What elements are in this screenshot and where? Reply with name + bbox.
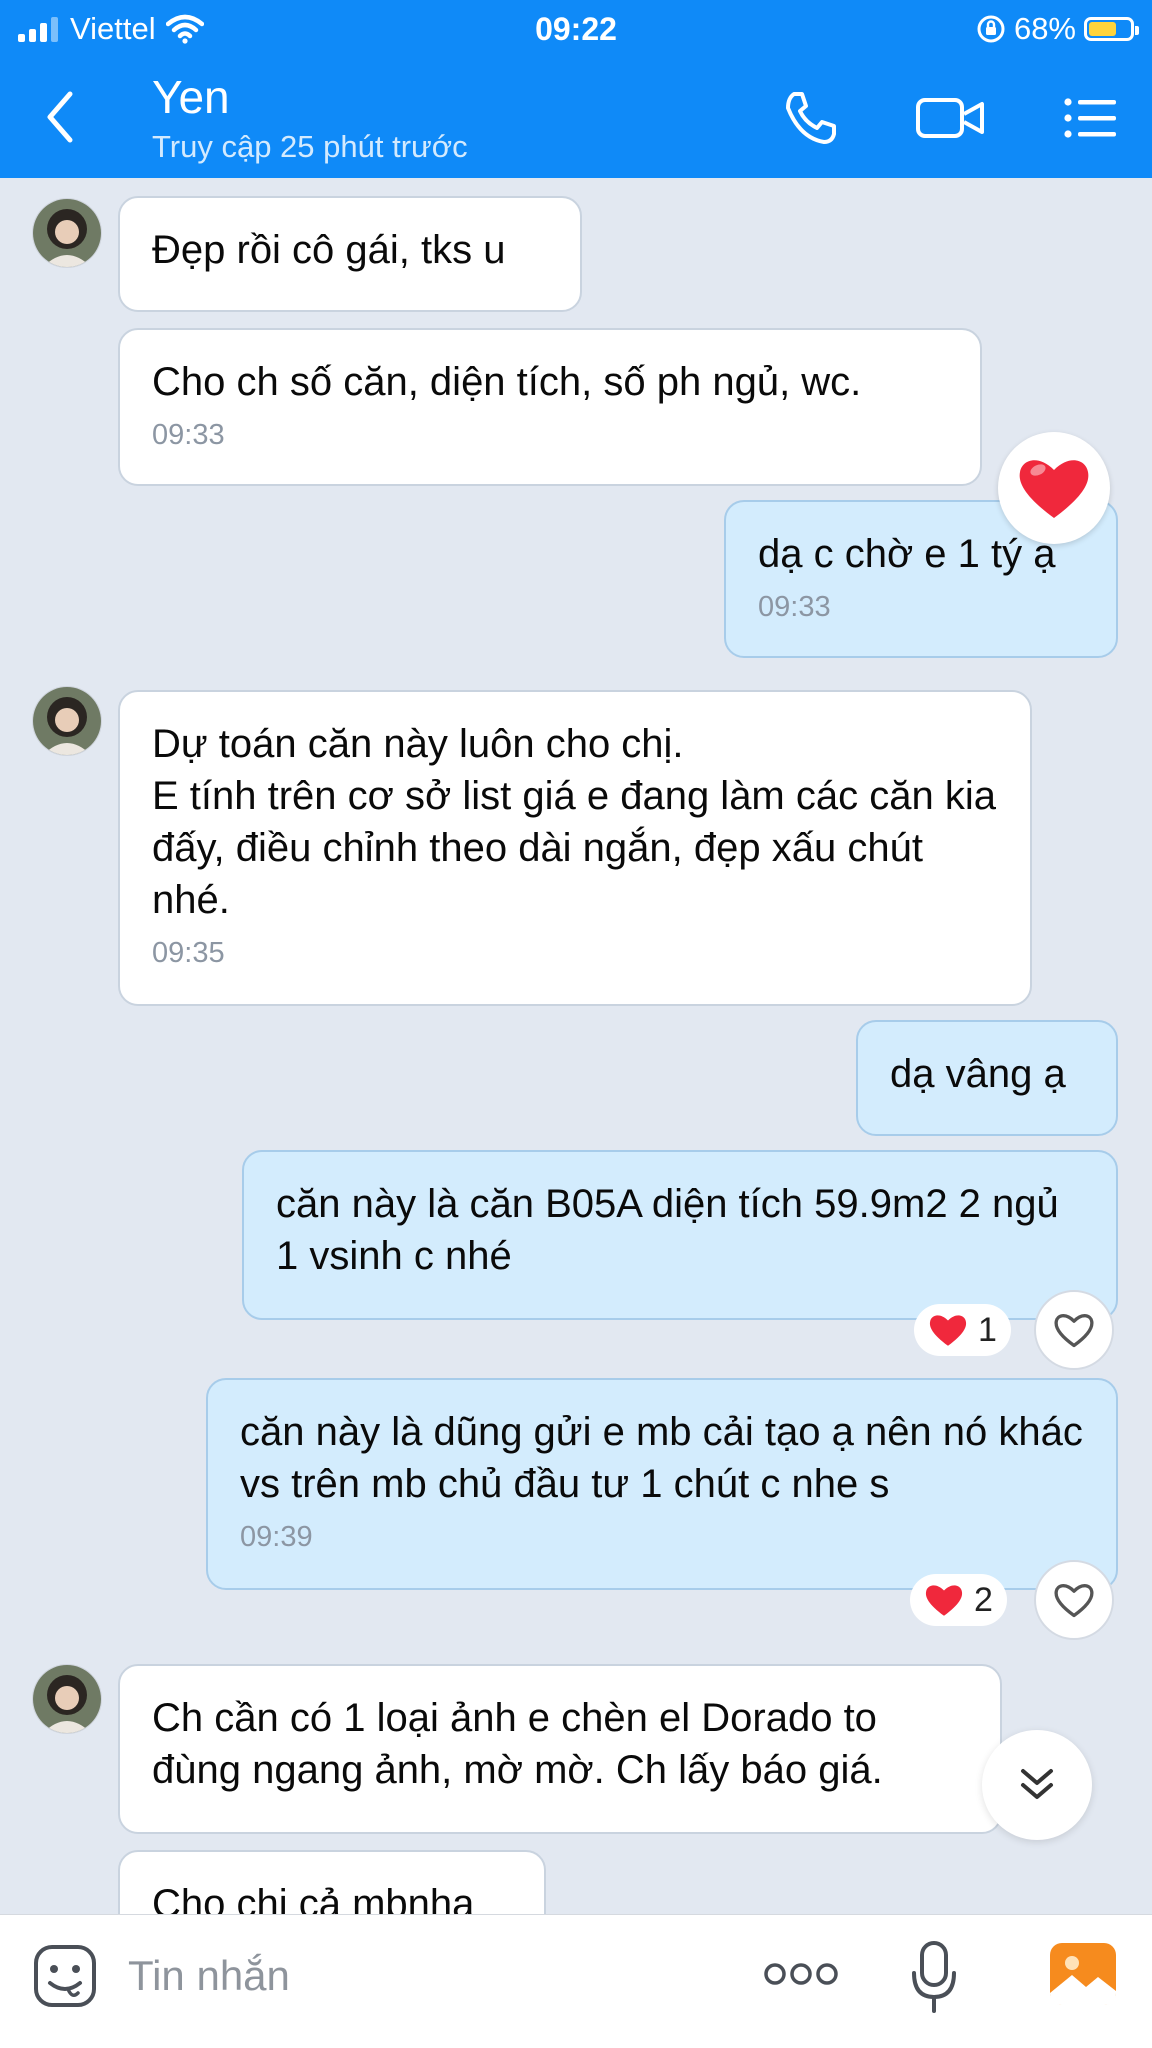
heart-outline-icon <box>1054 1584 1094 1618</box>
more-icon[interactable] <box>762 1959 840 1989</box>
message-text: Đẹp rồi cô gái, tks u <box>152 228 506 272</box>
heart-reaction-icon <box>1019 460 1089 518</box>
contact-last-seen: Truy cập 25 phút trước <box>152 129 468 164</box>
status-time: 09:22 <box>535 11 617 47</box>
message-bubble-incoming[interactable]: Ch cần có 1 loại ảnh e chèn el Dorado to… <box>118 1664 1002 1834</box>
scroll-to-bottom-button[interactable] <box>982 1730 1092 1840</box>
reaction-count-badge[interactable]: 1 <box>914 1304 1011 1356</box>
battery-percent: 68% <box>1013 11 1076 46</box>
message-time: 09:39 <box>240 1521 313 1553</box>
message-text: Cho ch số căn, diện tích, số ph ngủ, wc. <box>152 360 862 404</box>
message-bubble-incoming[interactable]: Cho ch số căn, diện tích, số ph ngủ, wc.… <box>118 328 982 486</box>
heart-outline-icon <box>1054 1314 1094 1348</box>
message-time: 09:35 <box>152 937 225 969</box>
menu-icon[interactable] <box>1060 88 1120 148</box>
message-bubble-outgoing[interactable]: dạ vâng ạ <box>856 1020 1118 1136</box>
video-call-icon[interactable] <box>914 88 986 148</box>
message-text: dạ vâng ạ <box>890 1052 1066 1096</box>
contact-name[interactable]: Yen <box>152 70 230 124</box>
message-bubble-outgoing[interactable]: căn này là căn B05A diện tích 59.9m2 2 n… <box>242 1150 1118 1320</box>
wifi-icon <box>165 14 204 44</box>
reaction-count: 1 <box>978 1310 997 1349</box>
heart-reaction-icon <box>929 1315 967 1346</box>
message-bubble-incoming[interactable]: Dự toán căn này luôn cho chị. E tính trê… <box>118 690 1032 1006</box>
gallery-icon[interactable] <box>1048 1941 1118 2007</box>
message-bubble-outgoing[interactable]: căn này là dũng gửi e mb cải tạo ạ nên n… <box>206 1378 1118 1590</box>
avatar[interactable] <box>32 1664 102 1734</box>
like-button[interactable] <box>1034 1560 1114 1640</box>
back-icon[interactable] <box>36 84 86 150</box>
heart-reaction-icon <box>925 1585 963 1616</box>
message-bubble-incoming[interactable]: Đẹp rồi cô gái, tks u <box>118 196 582 312</box>
avatar[interactable] <box>32 198 102 268</box>
battery-level-fill <box>1089 22 1117 36</box>
orientation-lock-icon <box>977 15 1005 43</box>
message-input[interactable] <box>128 1939 728 2013</box>
chat-screen: Viettel 09:22 68% Yen Truy cập 25 phút t… <box>0 0 1152 2048</box>
phone-icon[interactable] <box>780 88 840 148</box>
message-text: Dự toán căn này luôn cho chị. E tính trê… <box>152 722 996 922</box>
message-text: căn này là căn B05A diện tích 59.9m2 2 n… <box>276 1182 1070 1278</box>
microphone-icon[interactable] <box>910 1939 958 2015</box>
signal-icon <box>18 16 58 42</box>
status-bar-right: 68% <box>976 8 1139 50</box>
reaction-badge[interactable] <box>998 432 1110 544</box>
avatar-photo <box>33 1665 101 1733</box>
sticker-icon[interactable] <box>32 1943 98 2009</box>
double-chevron-down-icon <box>1021 1769 1053 1799</box>
message-input-bar <box>0 1914 1152 2048</box>
reaction-count: 2 <box>974 1580 993 1619</box>
carrier-name: Viettel <box>70 11 156 46</box>
like-button[interactable] <box>1034 1290 1114 1370</box>
reaction-count-badge[interactable]: 2 <box>910 1574 1007 1626</box>
chat-header: Viettel 09:22 68% Yen Truy cập 25 phút t… <box>0 0 1152 178</box>
message-text: căn này là dũng gửi e mb cải tạo ạ nên n… <box>240 1410 1095 1506</box>
battery-icon <box>1084 17 1139 41</box>
avatar-photo <box>33 687 101 755</box>
avatar-photo <box>33 199 101 267</box>
message-text: Ch cần có 1 loại ảnh e chèn el Dorado to… <box>152 1696 889 1792</box>
avatar[interactable] <box>32 686 102 756</box>
status-bar-left: Viettel <box>18 8 204 50</box>
message-time: 09:33 <box>152 419 225 451</box>
message-time: 09:33 <box>758 591 831 623</box>
